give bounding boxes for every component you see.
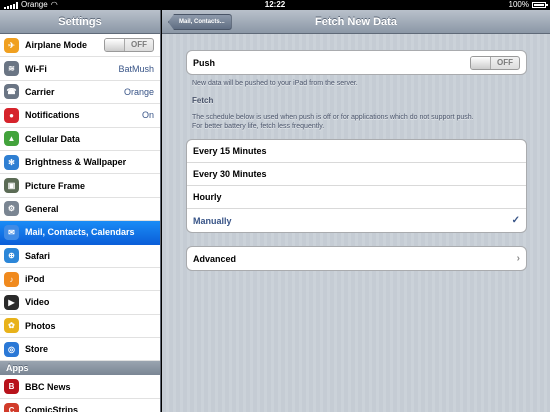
brightness-icon: ✻ xyxy=(4,154,19,170)
store-icon: ◎ xyxy=(4,341,19,357)
fetch-option-hourly[interactable]: Hourly xyxy=(187,186,526,209)
sidebar-item-label: Store xyxy=(25,344,49,355)
advanced-row[interactable]: Advanced › xyxy=(187,247,526,270)
sidebar-item-label: Wi-Fi xyxy=(25,63,47,74)
sidebar-item-label: Notifications xyxy=(25,110,80,121)
sidebar-item-photos[interactable]: ✿ Photos xyxy=(0,314,160,339)
sidebar-item-general[interactable]: ⚙ General xyxy=(0,197,160,222)
chevron-right-icon: › xyxy=(516,253,520,264)
sidebar-item-wi-fi[interactable]: ≋ Wi-Fi BatMush xyxy=(0,57,160,81)
status-bar: Orange ◠ 12:22 100% xyxy=(0,0,550,10)
battery-percent: 100% xyxy=(508,0,529,9)
sidebar-list: ✈ Airplane Mode OFF ≋ Wi-Fi BatMush ☎ Carrier Or… xyxy=(0,34,160,362)
sidebar-item-label: Picture Frame xyxy=(25,180,86,191)
switch-knob xyxy=(471,56,491,69)
sidebar-item-label: Carrier xyxy=(25,86,55,97)
advanced-label: Advanced xyxy=(193,253,237,264)
sidebar-item-value: Orange xyxy=(123,86,154,97)
sidebar-item-cellular-data[interactable]: ▲ Cellular Data xyxy=(0,127,160,151)
sidebar-item-label: Airplane Mode xyxy=(25,40,88,51)
status-right: 100% xyxy=(508,0,548,10)
fetch-option-label: Manually xyxy=(193,215,232,226)
sidebar-item-value: On xyxy=(141,110,154,121)
page-title: Fetch New Data xyxy=(315,16,397,28)
airplane-switch-text: OFF xyxy=(131,40,147,50)
sidebar-item-label: iPod xyxy=(25,274,45,285)
fetch-note-line1: The schedule below is used when push is … xyxy=(192,114,474,121)
settings-sidebar: Settings ✈ Airplane Mode OFF ≋ Wi-Fi BatMush ☎… xyxy=(0,10,161,412)
push-label: Push xyxy=(193,57,216,68)
push-row: Push OFF xyxy=(187,51,526,74)
fetch-options-group: Every 15 Minutes Every 30 Minutes Hourly Ma… xyxy=(186,139,527,233)
airplane-mode-switch[interactable]: OFF xyxy=(104,38,154,53)
push-note: New data will be pushed to your iPad fro… xyxy=(192,80,358,87)
sidebar-item-label: BBC News xyxy=(25,381,71,392)
sidebar-item-video[interactable]: ▶ Video xyxy=(0,291,160,315)
checkmark-icon: ✓ xyxy=(511,215,520,226)
sidebar-item-brightness-wallpaper[interactable]: ✻ Brightness & Wallpaper xyxy=(0,150,160,175)
fetch-option-label: Hourly xyxy=(193,192,222,202)
sidebar-item-label: ComicStrips xyxy=(25,405,79,412)
fetch-option-every-15-minutes[interactable]: Every 15 Minutes xyxy=(187,140,526,163)
sidebar-item-airplane-mode[interactable]: ✈ Airplane Mode OFF xyxy=(0,34,160,58)
sidebar-item-ipod[interactable]: ♪ iPod xyxy=(0,267,160,292)
gear-icon: ⚙ xyxy=(4,201,19,217)
fetch-section-label: Fetch xyxy=(192,96,214,105)
sidebar-item-label: General xyxy=(25,203,59,214)
fetch-option-manually[interactable]: Manually ✓ xyxy=(187,209,526,232)
video-icon: ▶ xyxy=(4,294,19,310)
airplane-icon: ✈ xyxy=(4,37,19,53)
safari-icon: ⊕ xyxy=(4,248,19,264)
sidebar-item-notifications[interactable]: ● Notifications On xyxy=(0,104,160,128)
push-switch[interactable]: OFF xyxy=(470,55,520,70)
sidebar-item-comicstrips[interactable]: C ComicStrips xyxy=(0,398,160,412)
sidebar-item-bbc-news[interactable]: B BBC News xyxy=(0,375,160,399)
detail-pane: Mail, Contacts... Fetch New Data Push OF… xyxy=(162,10,550,412)
sidebar-item-label: Brightness & Wallpaper xyxy=(25,157,127,168)
push-switch-text: OFF xyxy=(497,57,513,67)
bbc-news-icon: B xyxy=(4,379,19,395)
phone-icon: ☎ xyxy=(4,84,19,100)
sidebar-apps-list: B BBC News C ComicStrips xyxy=(0,375,160,412)
sidebar-item-value: BatMush xyxy=(118,63,154,74)
sidebar-item-label: Photos xyxy=(25,320,56,331)
ipod-icon: ♪ xyxy=(4,271,19,287)
wifi-icon: ≋ xyxy=(4,61,19,77)
detail-navbar: Mail, Contacts... Fetch New Data xyxy=(162,10,550,34)
advanced-group: Advanced › xyxy=(186,246,527,271)
fetch-option-every-30-minutes[interactable]: Every 30 Minutes xyxy=(187,163,526,186)
photos-icon: ✿ xyxy=(4,318,19,334)
sidebar-item-picture-frame[interactable]: ▣ Picture Frame xyxy=(0,174,160,198)
push-group: Push OFF xyxy=(186,50,527,75)
status-time: 12:22 xyxy=(264,0,286,9)
fetch-note-line2: For better battery life, fetch less freq… xyxy=(192,123,325,130)
sidebar-item-carrier[interactable]: ☎ Carrier Orange xyxy=(0,80,160,105)
fetch-option-label: Every 30 Minutes xyxy=(193,169,267,179)
switch-knob xyxy=(105,39,125,52)
sidebar-item-label: Mail, Contacts, Calendars xyxy=(25,227,135,238)
sidebar-item-label: Safari xyxy=(25,250,51,261)
sidebar-title: Settings xyxy=(0,10,160,34)
mail-icon: ✉ xyxy=(4,224,19,240)
fetch-option-label: Every 15 Minutes xyxy=(193,146,267,156)
sidebar-item-label: Video xyxy=(25,297,50,308)
comicstrips-icon: C xyxy=(4,402,19,412)
apps-section-header: Apps xyxy=(0,361,160,376)
sidebar-item-safari[interactable]: ⊕ Safari xyxy=(0,244,160,268)
battery-icon xyxy=(532,2,548,8)
sidebar-item-label: Cellular Data xyxy=(25,133,81,144)
sidebar-item-mail-contacts-calendars[interactable]: ✉ Mail, Contacts, Calendars xyxy=(0,221,160,245)
notifications-icon: ● xyxy=(4,107,19,123)
sidebar-item-store[interactable]: ◎ Store xyxy=(0,338,160,362)
picture-frame-icon: ▣ xyxy=(4,178,19,194)
cellular-icon: ▲ xyxy=(4,131,19,147)
